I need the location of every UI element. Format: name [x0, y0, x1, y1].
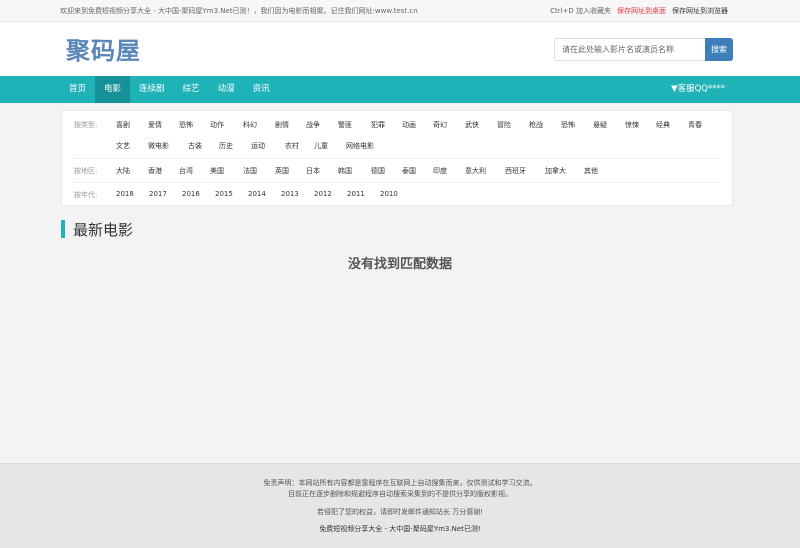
filter-divider	[74, 182, 720, 183]
region-filter-option[interactable]: 泰国	[402, 166, 416, 176]
type-filter-option[interactable]: 动作	[210, 120, 224, 130]
year-filter-option[interactable]: 2013	[281, 190, 299, 198]
type-filter-option[interactable]: 经典	[656, 120, 670, 130]
section-title: 最新电影	[73, 220, 134, 239]
type-filter-option[interactable]: 悬疑	[593, 120, 607, 130]
year-filter-option[interactable]: 2012	[314, 190, 332, 198]
type-filter-option[interactable]: 运动	[251, 141, 265, 151]
type-filter-option[interactable]: 网络电影	[346, 141, 374, 151]
type-filter-option[interactable]: 古装	[188, 141, 202, 151]
type-filter-option[interactable]: 爱情	[148, 120, 162, 130]
nav-item[interactable]: 电影	[95, 76, 131, 103]
type-filter-option[interactable]: 武侠	[465, 120, 479, 130]
year-filter-option[interactable]: 2018	[116, 190, 134, 198]
type-filter-option[interactable]: 枪战	[529, 120, 543, 130]
region-filter-option[interactable]: 韩国	[338, 166, 352, 176]
top-bar: 欢迎来到免费短视频分享大全 - 大中国-聚码屋Ym3.Net已测！，我们因为电影…	[0, 0, 800, 22]
region-filter-option[interactable]: 大陆	[116, 166, 130, 176]
year-filter-option[interactable]: 2016	[182, 190, 200, 198]
region-filter-option[interactable]: 其他	[584, 166, 598, 176]
footer-contact-note: 若侵犯了您的权益，请即时发邮件通知站长 万分感谢!	[316, 508, 484, 516]
filter-panel: 按类型: 喜剧 爱情 恐怖 动作 科幻 剧情 战争 警匪 犯罪 动画 奇幻 武侠 冒险 枪战 恐怖 悬疑 惊悚 经…	[61, 110, 733, 206]
type-filter-option[interactable]: 历史	[219, 141, 233, 151]
type-filter-option[interactable]: 儿童	[314, 141, 328, 151]
search-button[interactable]: 搜索	[705, 38, 733, 61]
customer-service-link[interactable]: ▼客服QQ****	[671, 76, 725, 103]
year-filter-option[interactable]: 2010	[380, 190, 398, 198]
region-filter-option[interactable]: 台湾	[179, 166, 193, 176]
search-input[interactable]	[554, 38, 705, 61]
type-filter-option[interactable]: 恐怖	[561, 120, 575, 130]
year-filter-option[interactable]: 2017	[149, 190, 167, 198]
type-filter-option[interactable]: 恐怖	[179, 120, 193, 130]
footer-disclaimer-2: 目前正在逐步删除和规避程序自动搜索采集到的不提供分享的版权影视。	[288, 490, 512, 498]
save-to-desktop-link[interactable]: 保存网址到桌面	[617, 6, 666, 16]
region-filter-option[interactable]: 日本	[306, 166, 320, 176]
footer: 免责声明：本网站所有内容都是靠程序在互联网上自动搜集而来，仅供测试和学习交流。 …	[0, 463, 800, 548]
region-filter-option[interactable]: 美国	[210, 166, 224, 176]
welcome-text: 欢迎来到免费短视频分享大全 - 大中国-聚码屋Ym3.Net已测！，我们因为电影…	[60, 7, 418, 15]
site-logo[interactable]: 聚码屋	[66, 31, 141, 66]
type-filter-option[interactable]: 剧情	[275, 120, 289, 130]
header: 聚码屋 搜索	[0, 22, 800, 76]
region-filter-option[interactable]: 英国	[275, 166, 289, 176]
type-filter-option[interactable]: 战争	[306, 120, 320, 130]
type-filter-option[interactable]: 农村	[285, 141, 299, 151]
year-filter-label: 按年代:	[74, 191, 98, 199]
type-filter-option[interactable]: 文艺	[116, 141, 130, 151]
region-filter-label: 按地区:	[74, 167, 98, 175]
type-filter-option[interactable]: 冒险	[497, 120, 511, 130]
year-filter-option[interactable]: 2014	[248, 190, 266, 198]
type-filter-option[interactable]: 犯罪	[371, 120, 385, 130]
section-accent-bar	[61, 220, 65, 238]
nav-item[interactable]: 资讯	[244, 76, 279, 103]
region-filter-option[interactable]: 意大利	[465, 166, 486, 176]
type-filter-option[interactable]: 科幻	[243, 120, 257, 130]
type-filter-option[interactable]: 微电影	[148, 141, 169, 151]
region-filter-option[interactable]: 西班牙	[505, 166, 526, 176]
filter-divider	[74, 158, 720, 159]
region-filter-option[interactable]: 德国	[371, 166, 385, 176]
section-heading: 最新电影	[61, 219, 133, 239]
type-filter-option[interactable]: 警匪	[338, 120, 352, 130]
region-filter-option[interactable]: 香港	[148, 166, 162, 176]
type-filter-option[interactable]: 喜剧	[116, 120, 130, 130]
year-filter-option[interactable]: 2015	[215, 190, 233, 198]
type-filter-option[interactable]: 惊悚	[625, 120, 639, 130]
type-filter-option[interactable]: 奇幻	[433, 120, 447, 130]
nav-item[interactable]: 连续剧	[130, 76, 174, 103]
year-filter-option[interactable]: 2011	[347, 190, 365, 198]
region-filter-option[interactable]: 印度	[433, 166, 447, 176]
bookmark-link[interactable]: Ctrl+D 加入收藏夹	[550, 6, 611, 16]
nav-item[interactable]: 动漫	[209, 76, 244, 103]
top-links: Ctrl+D 加入收藏夹 保存网址到桌面 保存网址到浏览器	[550, 6, 728, 16]
footer-site-name: 免费短视频分享大全 - 大中国-聚码屋Ym3.Net已测!	[319, 525, 481, 533]
search-box: 搜索	[554, 38, 733, 61]
nav-item[interactable]: 综艺	[174, 76, 209, 103]
main-nav: 首页 电影 连续剧 综艺 动漫 资讯 ▼客服QQ****	[0, 76, 800, 103]
empty-result-message: 没有找到匹配数据	[347, 257, 452, 272]
type-filter-option[interactable]: 青春	[688, 120, 702, 130]
nav-item[interactable]: 首页	[60, 76, 95, 103]
footer-disclaimer: 免责声明：本网站所有内容都是靠程序在互联网上自动搜集而来，仅供测试和学习交流。	[263, 479, 537, 487]
type-filter-option[interactable]: 动画	[402, 120, 416, 130]
type-filter-label: 按类型:	[74, 121, 98, 129]
region-filter-option[interactable]: 加拿大	[545, 166, 566, 176]
region-filter-option[interactable]: 法国	[243, 166, 257, 176]
save-to-browser-link[interactable]: 保存网址到浏览器	[672, 6, 728, 16]
